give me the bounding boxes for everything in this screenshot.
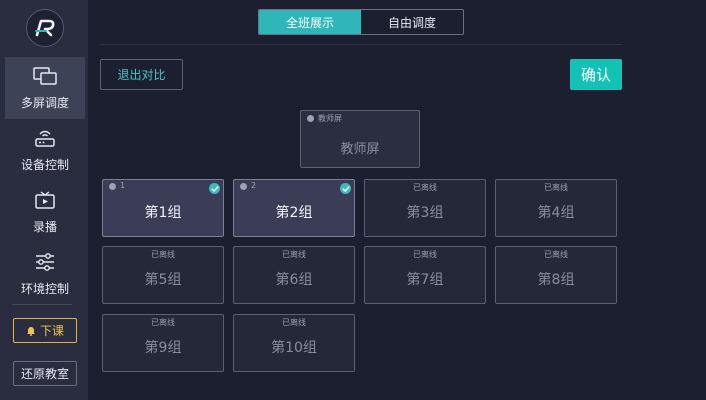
bell-icon — [26, 326, 35, 336]
group-tile-7[interactable]: 已离线 第7组 — [364, 246, 486, 304]
offline-label: 已离线 — [413, 250, 437, 259]
group-name: 第10组 — [271, 340, 317, 356]
tab-class-display[interactable]: 全班展示 — [259, 10, 361, 34]
end-class-label: 下课 — [39, 324, 64, 338]
group-name: 第8组 — [537, 272, 575, 288]
sliders-icon — [36, 252, 54, 271]
router-icon — [35, 130, 55, 147]
group-tile-5[interactable]: 已离线 第5组 — [102, 246, 224, 304]
logo-icon — [35, 19, 55, 37]
group-name: 第2组 — [275, 205, 313, 221]
restore-classroom-label: 还原教室 — [20, 367, 69, 381]
exit-compare-button[interactable]: 退出对比 — [100, 59, 183, 90]
group-name: 第4组 — [537, 205, 575, 221]
teacher-screen-name: 教师屏 — [340, 142, 380, 157]
teacher-screen-tile[interactable]: 教师屏 教师屏 — [300, 110, 420, 168]
offline-label: 已离线 — [413, 183, 437, 192]
header-divider — [100, 44, 622, 45]
sidebar-item-environment[interactable]: 环境控制 — [5, 243, 85, 305]
group-tile-6[interactable]: 已离线 第6组 — [233, 246, 355, 304]
group-number: 1 — [120, 181, 126, 190]
status-dot — [240, 183, 247, 190]
group-name: 第3组 — [406, 205, 444, 221]
status-dot — [307, 115, 314, 122]
checked-icon — [340, 183, 351, 194]
sidebar-item-label: 设备控制 — [20, 157, 69, 172]
group-tile-3[interactable]: 已离线 第3组 — [364, 179, 486, 237]
sidebar: 多屏调度 设备控制 录播 环境控制 下课 还原教室 — [0, 0, 88, 400]
group-name: 第1组 — [144, 205, 182, 221]
teacher-screen-tag: 教师屏 — [318, 114, 342, 123]
sidebar-item-label: 多屏调度 — [20, 95, 69, 110]
group-name: 第6组 — [275, 272, 313, 288]
offline-label: 已离线 — [544, 183, 568, 192]
tab-free-dispatch[interactable]: 自由调度 — [361, 10, 463, 34]
sidebar-divider — [12, 304, 72, 305]
group-tile-10[interactable]: 已离线 第10组 — [233, 314, 355, 372]
group-name: 第7组 — [406, 272, 444, 288]
offline-label: 已离线 — [151, 250, 175, 259]
offline-label: 已离线 — [544, 250, 568, 259]
group-tile-4[interactable]: 已离线 第4组 — [495, 179, 617, 237]
restore-classroom-button[interactable]: 还原教室 — [13, 361, 77, 386]
end-class-button[interactable]: 下课 — [13, 318, 77, 343]
group-name: 第9组 — [144, 340, 182, 356]
app-logo — [26, 9, 64, 47]
group-tile-1[interactable]: 1 第1组 — [102, 179, 224, 237]
multi-screen-icon — [33, 66, 57, 85]
view-mode-tabs: 全班展示 自由调度 — [258, 9, 464, 35]
confirm-button[interactable]: 确认 — [570, 59, 622, 90]
checked-icon — [209, 183, 220, 194]
offline-label: 已离线 — [282, 250, 306, 259]
tv-icon — [35, 190, 55, 209]
sidebar-item-recording[interactable]: 录播 — [5, 181, 85, 243]
status-dot — [109, 183, 116, 190]
offline-label: 已离线 — [151, 318, 175, 327]
offline-label: 已离线 — [282, 318, 306, 327]
sidebar-item-label: 录播 — [32, 219, 57, 234]
group-tile-9[interactable]: 已离线 第9组 — [102, 314, 224, 372]
group-name: 第5组 — [144, 272, 182, 288]
group-number: 2 — [251, 181, 257, 190]
group-tile-8[interactable]: 已离线 第8组 — [495, 246, 617, 304]
sidebar-item-multi-screen[interactable]: 多屏调度 — [5, 57, 85, 119]
sidebar-item-device-control[interactable]: 设备控制 — [5, 119, 85, 181]
group-tile-2[interactable]: 2 第2组 — [233, 179, 355, 237]
sidebar-item-label: 环境控制 — [20, 281, 69, 296]
